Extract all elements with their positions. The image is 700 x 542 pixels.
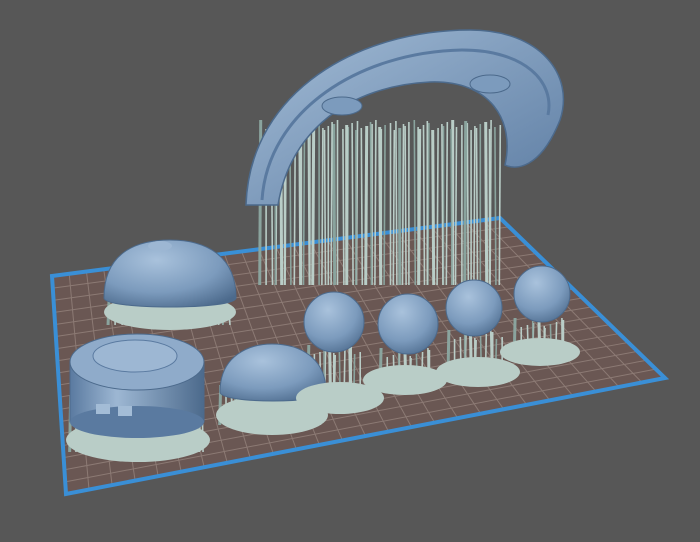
sphere-2-shell <box>377 293 439 355</box>
support-pillar <box>463 120 468 286</box>
3d-viewport[interactable] <box>0 0 700 542</box>
support-pillar <box>498 124 502 286</box>
sphere-4-shell <box>513 265 571 323</box>
support-pillar <box>445 121 449 286</box>
arch-left-cap <box>321 96 363 116</box>
support-pillar <box>431 129 436 286</box>
cylinder-bottom-edge <box>70 406 204 438</box>
support-pillar <box>351 122 354 286</box>
support-pillar <box>323 129 327 286</box>
support-pillar <box>450 128 453 286</box>
support-pillar <box>311 122 316 286</box>
support-pillar <box>404 125 407 286</box>
sphere-1-shell <box>303 291 365 353</box>
support-pillar <box>332 123 337 286</box>
support-pillar <box>330 121 333 286</box>
support-pillar <box>378 126 383 286</box>
sphere-3-base <box>436 357 520 387</box>
support-pillar <box>392 129 396 286</box>
scene-canvas[interactable] <box>0 0 700 542</box>
support-pillar <box>494 126 497 286</box>
support-pillar <box>422 124 426 286</box>
support-pillar <box>383 124 386 286</box>
sphere-4-base <box>500 338 580 366</box>
support-pillar <box>302 128 306 286</box>
support-pillar <box>475 127 479 286</box>
support-pillar <box>321 127 324 286</box>
support-pillar <box>436 127 439 286</box>
cylinder-panel-2 <box>118 406 132 416</box>
support-pillar <box>360 127 364 286</box>
arch-right-cap <box>469 74 511 94</box>
sphere-2-base <box>363 365 447 395</box>
support-pillar <box>369 121 373 286</box>
support-pillar <box>484 121 489 286</box>
support-pillar <box>441 123 444 286</box>
support-pillar <box>364 125 369 286</box>
support-pillar <box>413 119 417 286</box>
dome-cylinder-front-model[interactable] <box>66 333 210 462</box>
cylinder-top-inner <box>92 339 178 373</box>
cylinder-panel-1 <box>96 404 110 414</box>
support-pillar <box>454 126 458 286</box>
support-pillar <box>473 125 476 286</box>
dome-large-back-model[interactable] <box>103 239 237 330</box>
support-pillar <box>395 120 398 286</box>
support-pillar <box>342 128 345 286</box>
support-pillar <box>307 124 311 286</box>
support-pillar <box>466 122 470 286</box>
support-pillar <box>401 123 405 286</box>
dome-large-back-top <box>148 241 172 251</box>
support-pillar <box>374 119 377 286</box>
sphere-3-shell <box>445 279 503 337</box>
